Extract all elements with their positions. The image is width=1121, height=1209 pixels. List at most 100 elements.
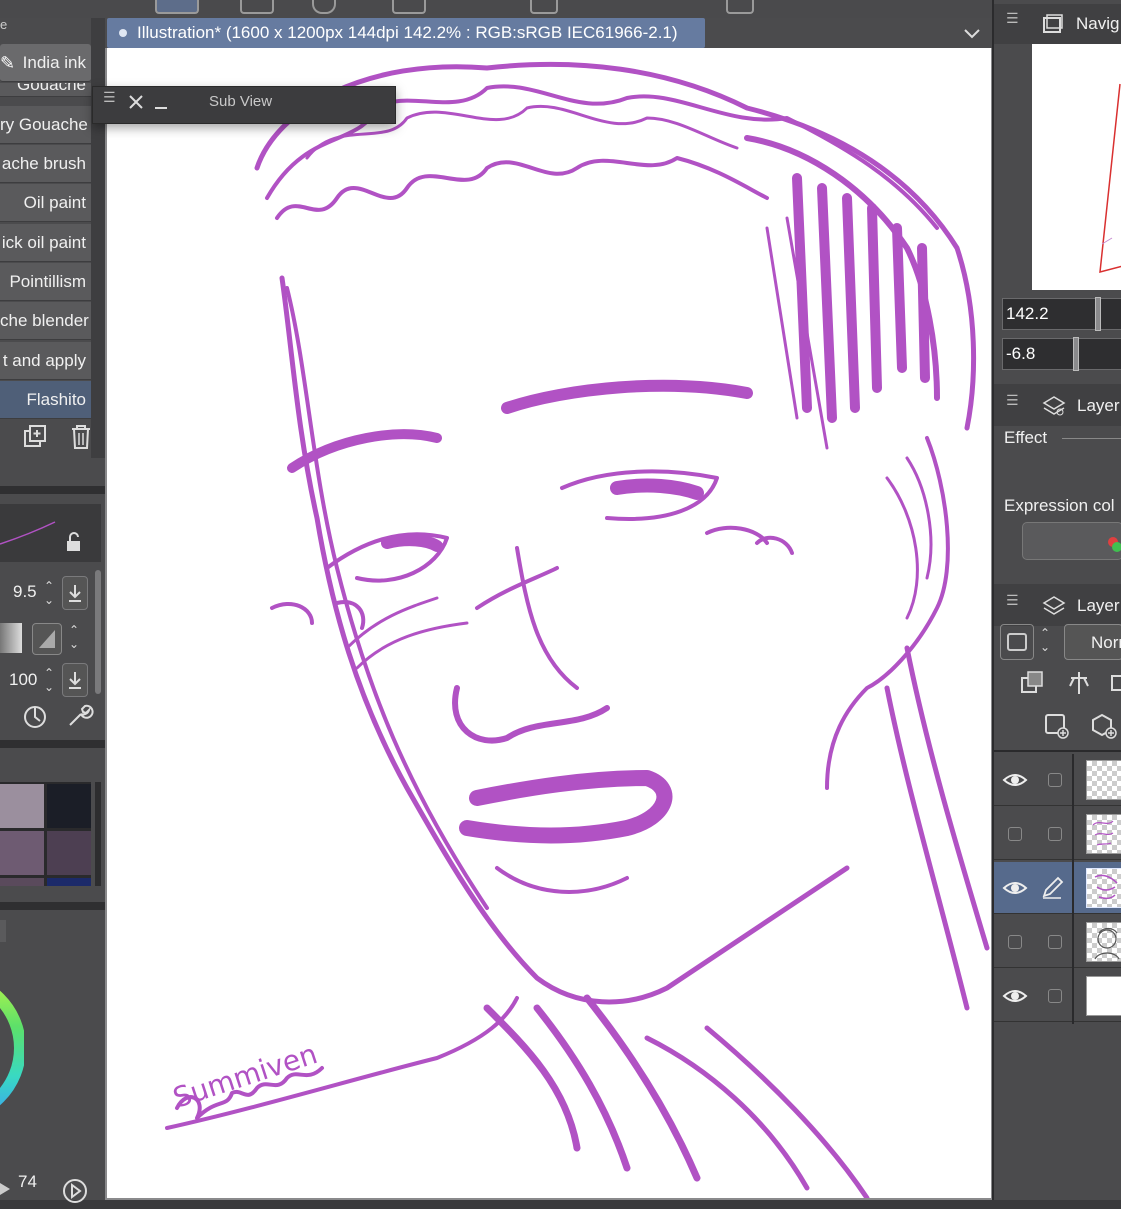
- right-panel: ☰ Navig 142.2 -6.8 ☰ Layer Effect Expres…: [992, 0, 1121, 1200]
- brush-shape-preview[interactable]: [0, 623, 22, 653]
- brush-list-scrollbar[interactable]: [91, 18, 105, 458]
- brush-group-india-ink[interactable]: ✎ India ink: [0, 44, 91, 82]
- new-raster-layer-icon[interactable]: [1044, 712, 1070, 740]
- brush-size-spinner[interactable]: ⌃ ⌄: [42, 579, 56, 611]
- color-value[interactable]: 74: [18, 1172, 37, 1192]
- brush-item-gouache[interactable]: Gouache: [0, 83, 91, 97]
- layer-lock-checkbox[interactable]: [1048, 827, 1062, 841]
- rotation-slider[interactable]: -6.8: [1002, 337, 1121, 371]
- opacity-value[interactable]: 100: [9, 670, 37, 690]
- eye-icon[interactable]: [1002, 878, 1028, 898]
- panel-menu-icon[interactable]: ☰: [1006, 11, 1020, 25]
- layer-thumbnail: [1086, 922, 1121, 962]
- layer-color-mode-button[interactable]: [1000, 624, 1034, 660]
- brush-item[interactable]: che blender: [0, 302, 91, 340]
- brush-size-download-icon[interactable]: [62, 576, 88, 610]
- zoom-slider[interactable]: 142.2: [1002, 297, 1121, 331]
- toolbar-button[interactable]: [155, 0, 199, 14]
- brush-item[interactable]: t and apply: [0, 342, 91, 380]
- minimize-icon[interactable]: [153, 93, 169, 111]
- duplicate-brush-icon[interactable]: [22, 424, 48, 450]
- navigator-preview[interactable]: [1032, 44, 1121, 290]
- pen-edit-icon: [1040, 876, 1064, 900]
- palette-scrollbar[interactable]: [95, 782, 101, 886]
- layer-lock-checkbox[interactable]: [1048, 989, 1062, 1003]
- panel-divider: [0, 740, 105, 748]
- clip-layer-icon[interactable]: [1020, 670, 1046, 696]
- layer-lock-checkbox[interactable]: [1048, 773, 1062, 787]
- toolbar-button[interactable]: [392, 0, 426, 14]
- brush-tip-spinner[interactable]: ⌃ ⌄: [67, 623, 81, 655]
- color-wheel[interactable]: [0, 958, 24, 1138]
- unsaved-dot-icon: [119, 29, 127, 37]
- layer-color-mode-spinner[interactable]: ⌃ ⌄: [1038, 626, 1052, 658]
- expression-color-label: Expression col: [1004, 496, 1115, 515]
- lock-layer-icon[interactable]: [1110, 670, 1121, 696]
- blend-mode-select[interactable]: Norr: [1064, 624, 1121, 660]
- stabilizer-icon[interactable]: [22, 703, 48, 729]
- expression-color-button[interactable]: [1022, 522, 1121, 560]
- opacity-download-icon[interactable]: [62, 663, 88, 697]
- layer-row[interactable]: [994, 970, 1121, 1022]
- layer-row[interactable]: [994, 754, 1121, 806]
- color-swatch[interactable]: [47, 784, 91, 828]
- color-swatch[interactable]: [47, 831, 91, 875]
- brush-item[interactable]: ry Gouache: [0, 106, 91, 144]
- layer-row-selected[interactable]: [994, 862, 1121, 914]
- layer-lock-checkbox[interactable]: [1048, 935, 1062, 949]
- brush-item-selected[interactable]: Flashito: [0, 381, 91, 419]
- brush-size-value[interactable]: 9.5: [13, 582, 37, 602]
- drawing-canvas[interactable]: Summiven: [107, 48, 991, 1198]
- reference-layer-icon[interactable]: [1066, 670, 1092, 696]
- color-tab[interactable]: [0, 920, 6, 942]
- panel-menu-icon[interactable]: ☰: [1006, 393, 1020, 407]
- color-swatch[interactable]: [0, 784, 44, 828]
- unlock-icon[interactable]: [64, 532, 84, 552]
- layer-panel-header: ☰ Layer: [994, 584, 1121, 626]
- navigator-icon: [1042, 14, 1064, 34]
- drag-handle-icon[interactable]: ☰: [103, 90, 117, 104]
- visibility-checkbox[interactable]: [1008, 827, 1022, 841]
- toolbar-button[interactable]: [312, 0, 336, 14]
- navigator-title: Navig: [1076, 14, 1120, 33]
- brush-item[interactable]: Oil paint: [0, 184, 91, 222]
- color-swatch[interactable]: [0, 831, 44, 875]
- new-vector-layer-icon[interactable]: [1090, 712, 1118, 740]
- opacity-spinner[interactable]: ⌃ ⌄: [42, 666, 56, 698]
- color-swatch[interactable]: [0, 878, 44, 886]
- layer-row[interactable]: [994, 808, 1121, 860]
- eye-icon[interactable]: [1002, 770, 1028, 790]
- panel-divider: [0, 486, 105, 494]
- toolbar-button[interactable]: [530, 0, 558, 14]
- document-tab[interactable]: Illustration* (1600 x 1200px 144dpi 142.…: [107, 18, 705, 48]
- color-indicator: [0, 1180, 12, 1195]
- layer-row[interactable]: [994, 916, 1121, 968]
- divider: [1072, 754, 1074, 1024]
- visibility-checkbox[interactable]: [1008, 935, 1022, 949]
- toolbar-button[interactable]: [240, 0, 274, 14]
- panel-menu-icon[interactable]: ☰: [1006, 593, 1020, 607]
- brush-item[interactable]: ache brush: [0, 145, 91, 183]
- brush-item-label: ick oil paint: [1, 233, 86, 252]
- subview-window[interactable]: ☰ Sub View: [92, 86, 396, 124]
- brush-item[interactable]: Pointillism: [0, 263, 91, 301]
- play-icon[interactable]: [62, 1178, 88, 1204]
- close-icon[interactable]: [127, 93, 145, 111]
- eye-icon[interactable]: [1002, 986, 1028, 1006]
- delete-brush-icon[interactable]: [68, 424, 94, 450]
- layer-thumbnail: [1086, 868, 1121, 908]
- zoom-value: 142.2: [1006, 304, 1049, 323]
- color-swatch[interactable]: [47, 878, 91, 886]
- zoom-slider-knob[interactable]: [1095, 297, 1101, 331]
- brush-item[interactable]: ick oil paint: [0, 224, 91, 262]
- rotation-slider-knob[interactable]: [1073, 337, 1079, 371]
- brush-tip-icon[interactable]: [32, 623, 62, 655]
- chevron-down-icon[interactable]: [961, 22, 983, 44]
- wrench-icon[interactable]: [66, 703, 94, 729]
- layers-icon: [1042, 594, 1066, 618]
- tool-property-scrollbar[interactable]: [95, 570, 101, 694]
- navigator-header: ☰ Navig: [994, 4, 1121, 44]
- toolbar-button[interactable]: [726, 0, 754, 14]
- brush-group-label: India ink: [22, 53, 86, 72]
- subview-title: Sub View: [209, 93, 273, 110]
